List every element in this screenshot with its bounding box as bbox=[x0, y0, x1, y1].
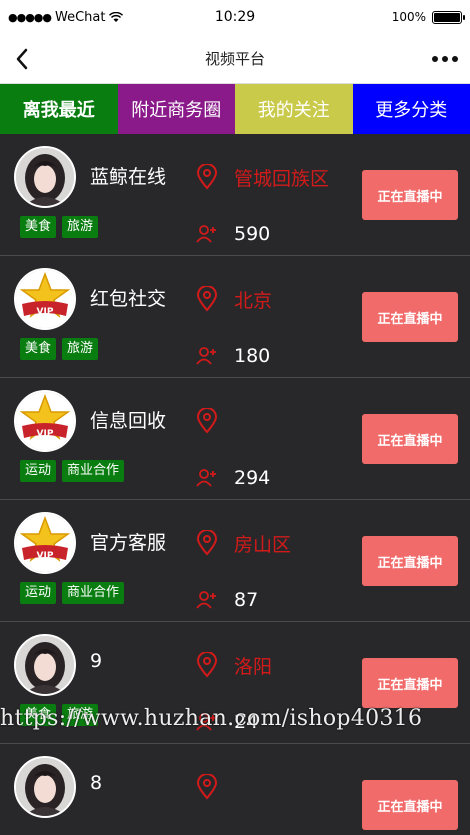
category-tag: 旅游 bbox=[62, 704, 99, 726]
tab-0[interactable]: 离我最近 bbox=[0, 84, 118, 134]
anchor-name: 9 bbox=[90, 650, 103, 672]
category-tag: 美食 bbox=[20, 216, 57, 238]
tag-list: 美食 旅游 bbox=[20, 338, 99, 360]
location-pin-icon bbox=[196, 529, 218, 556]
location-pin-icon bbox=[196, 651, 218, 678]
avatar[interactable] bbox=[14, 146, 76, 208]
category-tag: 商业合作 bbox=[62, 582, 125, 604]
status-bar: ●●●●● WeChat 10:29 100% bbox=[0, 0, 470, 34]
add-fan-icon bbox=[196, 225, 216, 243]
anchor-name: 信息回收 bbox=[90, 410, 167, 432]
tag-list: 运动 商业合作 bbox=[20, 460, 125, 482]
anchor-name: 官方客服 bbox=[90, 532, 167, 554]
live-status-button[interactable]: 正在直播中 bbox=[362, 536, 458, 586]
avatar[interactable] bbox=[14, 634, 76, 696]
add-fan-icon bbox=[196, 713, 216, 731]
category-tag: 旅游 bbox=[62, 338, 99, 360]
category-tag: 旅游 bbox=[62, 216, 99, 238]
location-text: 北京 bbox=[234, 290, 273, 312]
add-fan-icon bbox=[196, 469, 216, 487]
location-pin-icon bbox=[196, 163, 218, 190]
anchor-name: 蓝鲸在线 bbox=[90, 166, 167, 188]
tab-1[interactable]: 附近商务圈 bbox=[117, 84, 235, 134]
avatar[interactable] bbox=[14, 756, 76, 818]
svg-text:VIP: VIP bbox=[37, 307, 54, 317]
live-status-button[interactable]: 正在直播中 bbox=[362, 780, 458, 830]
add-fan-icon bbox=[196, 591, 216, 609]
location-text: 房山区 bbox=[234, 534, 292, 556]
anchor-name: 红包社交 bbox=[90, 288, 167, 310]
list-item[interactable]: 8 正在直播中 bbox=[0, 744, 470, 835]
category-tag: 运动 bbox=[20, 460, 57, 482]
avatar-photo-icon bbox=[16, 148, 74, 206]
fans-count: 180 bbox=[234, 345, 271, 367]
fans-count: 87 bbox=[234, 589, 259, 611]
avatar[interactable]: VIP bbox=[14, 512, 76, 574]
vip-star-icon: VIP bbox=[16, 270, 74, 328]
list-item[interactable]: 9 美食 旅游 洛阳 24 正在直播中 bbox=[0, 622, 470, 744]
anchor-name: 8 bbox=[90, 772, 103, 794]
location-pin-icon bbox=[196, 285, 218, 312]
page-title: 视频平台 bbox=[204, 50, 265, 68]
fans-count: 24 bbox=[234, 711, 259, 733]
avatar-photo-icon bbox=[16, 758, 74, 816]
category-tag: 商业合作 bbox=[62, 460, 125, 482]
add-fan-icon bbox=[196, 347, 216, 365]
category-tag: 美食 bbox=[20, 338, 57, 360]
tab-2[interactable]: 我的关注 bbox=[235, 84, 353, 134]
location-pin-icon bbox=[196, 407, 218, 434]
avatar-photo-icon bbox=[16, 636, 74, 694]
anchor-list: 蓝鲸在线 美食 旅游 管城回族区 590 正在直播中 VIP 红包社交 美食 旅游 北京 180 正在直… bbox=[0, 134, 470, 835]
category-tabs: 离我最近 附近商务圈 我的关注 更多分类 bbox=[0, 84, 470, 134]
svg-text:VIP: VIP bbox=[37, 429, 54, 439]
category-tag: 运动 bbox=[20, 582, 57, 604]
live-status-button[interactable]: 正在直播中 bbox=[362, 292, 458, 342]
battery-icon bbox=[432, 10, 465, 24]
tab-3[interactable]: 更多分类 bbox=[352, 84, 470, 134]
fans-count: 294 bbox=[234, 467, 271, 489]
fans-count: 590 bbox=[234, 223, 271, 245]
live-status-button[interactable]: 正在直播中 bbox=[362, 658, 458, 708]
tag-list: 美食 旅游 bbox=[20, 704, 99, 726]
location-pin-icon bbox=[196, 773, 218, 800]
chevron-left-icon bbox=[16, 48, 28, 69]
status-time: 10:29 bbox=[214, 9, 256, 25]
avatar[interactable]: VIP bbox=[14, 390, 76, 452]
tag-list: 美食 旅游 bbox=[20, 216, 99, 238]
category-tag: 美食 bbox=[20, 704, 57, 726]
location-text: 洛阳 bbox=[234, 656, 273, 678]
list-item[interactable]: VIP 红包社交美食 旅游 北京 180 正在直播中 bbox=[0, 256, 470, 378]
more-menu-button[interactable] bbox=[420, 34, 470, 84]
vip-star-icon: VIP bbox=[16, 514, 74, 572]
nav-bar: 视频平台 bbox=[0, 34, 470, 84]
back-button[interactable] bbox=[0, 34, 44, 84]
vip-star-icon: VIP bbox=[16, 392, 74, 450]
svg-text:VIP: VIP bbox=[37, 551, 54, 561]
live-status-button[interactable]: 正在直播中 bbox=[362, 414, 458, 464]
live-status-button[interactable]: 正在直播中 bbox=[362, 170, 458, 220]
avatar[interactable]: VIP bbox=[14, 268, 76, 330]
location-text: 管城回族区 bbox=[234, 168, 330, 190]
list-item[interactable]: VIP 信息回收运动 商业合作 294 正在直播中 bbox=[0, 378, 470, 500]
list-item[interactable]: 蓝鲸在线美食 旅游 管城回族区 590 正在直播中 bbox=[0, 134, 470, 256]
tag-list: 运动 商业合作 bbox=[20, 582, 125, 604]
list-item[interactable]: VIP 官方客服运动 商业合作 房山区 87 正在直播中 bbox=[0, 500, 470, 622]
